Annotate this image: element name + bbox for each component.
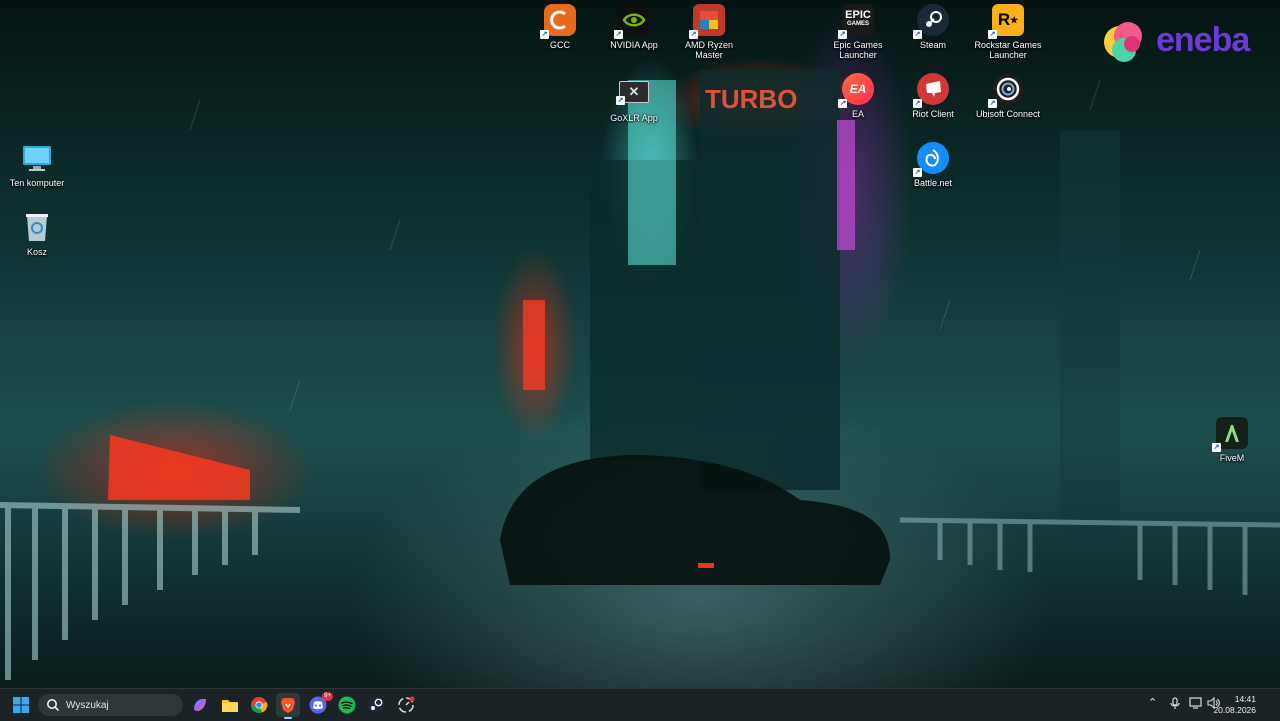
turbo-sign: TURBO (705, 84, 797, 114)
icon-label: NVIDIA App (610, 40, 658, 50)
rockstar-shortcut[interactable]: R ★ ↗ Rockstar Games Launcher (971, 4, 1045, 60)
ea-icon: EA ↗ (838, 73, 874, 108)
nvidia-icon: ↗ (614, 4, 650, 39)
discord-button[interactable]: 9+ (306, 692, 333, 717)
search-icon (47, 699, 60, 712)
amd-ryzen-master-shortcut[interactable]: ↗ AMD Ryzen Master (672, 4, 746, 60)
aura-button[interactable] (394, 693, 418, 717)
icon-label: EA (851, 109, 864, 119)
this-pc-shortcut[interactable]: Ten komputer (0, 142, 74, 188)
battlenet-shortcut[interactable]: ↗ Battle.net (896, 142, 970, 188)
epic-games-icon: EPIC GAMES ↗ (838, 4, 874, 39)
brave-icon (281, 698, 295, 713)
aura-icon (398, 696, 415, 713)
network-icon[interactable] (1189, 697, 1202, 712)
nvidia-shortcut[interactable]: ↗ NVIDIA App (597, 4, 671, 50)
spotify-icon (338, 696, 356, 714)
chrome-icon (251, 697, 268, 713)
start-button[interactable] (9, 693, 33, 717)
search-placeholder: Wyszukaj (66, 699, 109, 711)
clock[interactable]: 14:41 20.08.2026 (1213, 694, 1256, 716)
icon-label: Ten komputer (9, 178, 65, 188)
icon-label: GCC (550, 40, 570, 50)
clock-date: 20.08.2026 (1213, 705, 1256, 715)
steam-icon: ↗ (913, 4, 949, 39)
clock-time: 14:41 (1234, 694, 1256, 704)
show-hidden-icons-chevron-icon[interactable]: ⌃ (1148, 696, 1157, 709)
steam-taskbar-button[interactable] (364, 693, 388, 717)
microphone-icon[interactable] (1170, 697, 1180, 713)
ea-shortcut[interactable]: EA ↗ EA (821, 73, 895, 119)
discord-notification-badge: 9+ (322, 692, 333, 701)
file-explorer-button[interactable] (218, 693, 242, 717)
chrome-button[interactable] (247, 693, 271, 717)
eneba-mascot-icon (1104, 22, 1142, 62)
recycle-bin-shortcut[interactable]: Kosz (0, 211, 74, 257)
icon-label: Steam (919, 40, 946, 50)
steam-shortcut[interactable]: ↗ Steam (896, 4, 970, 50)
steam-taskbar-icon (367, 696, 385, 714)
copilot-icon (194, 699, 206, 711)
brave-button[interactable] (276, 693, 300, 719)
file-explorer-icon (222, 700, 238, 712)
epic-games-shortcut[interactable]: EPIC GAMES ↗ Epic Games Launcher (821, 4, 895, 60)
taskbar: Wyszukaj 9+ ⌃ 14:41 20.08.2026 (0, 688, 1280, 721)
ubisoft-icon: ↗ (988, 73, 1024, 108)
eneba-logo: eneba (1098, 14, 1250, 66)
windows-start-icon (13, 697, 29, 713)
icon-label: Rockstar Games Launcher (974, 40, 1042, 60)
rockstar-icon: R ★ ↗ (988, 4, 1024, 39)
fivem-icon: ↗ (1212, 417, 1248, 452)
icon-label: Ubisoft Connect (975, 109, 1041, 119)
icon-label: AMD Ryzen Master (684, 40, 733, 60)
icon-label: Epic Games Launcher (833, 40, 883, 60)
eneba-wordmark: eneba (1156, 20, 1250, 59)
icon-label: Kosz (26, 247, 47, 257)
recycle-bin-icon (21, 211, 53, 243)
gcc-icon: ↗ (540, 4, 576, 39)
copilot-button[interactable] (188, 693, 212, 717)
monitor-icon (21, 142, 53, 174)
spotify-button[interactable] (335, 693, 359, 717)
icon-label: Riot Client (912, 109, 954, 119)
battlenet-icon: ↗ (913, 142, 949, 177)
icon-label: GoXLR App (610, 113, 658, 123)
goxlr-icon: ✕ ↗ (616, 81, 649, 105)
search-box[interactable]: Wyszukaj (38, 694, 183, 716)
amd-ryzen-icon: ↗ (689, 4, 725, 39)
icon-label: FiveM (1219, 453, 1245, 463)
goxlr-shortcut[interactable]: ✕ ↗ GoXLR App (597, 77, 671, 123)
ubisoft-connect-shortcut[interactable]: ↗ Ubisoft Connect (971, 73, 1045, 119)
riot-icon: ↗ (913, 73, 949, 108)
icon-label: Battle.net (913, 178, 953, 188)
riot-client-shortcut[interactable]: ↗ Riot Client (896, 73, 970, 119)
fivem-shortcut[interactable]: ↗ FiveM (1195, 417, 1269, 463)
gcc-shortcut[interactable]: ↗ GCC (523, 4, 597, 50)
